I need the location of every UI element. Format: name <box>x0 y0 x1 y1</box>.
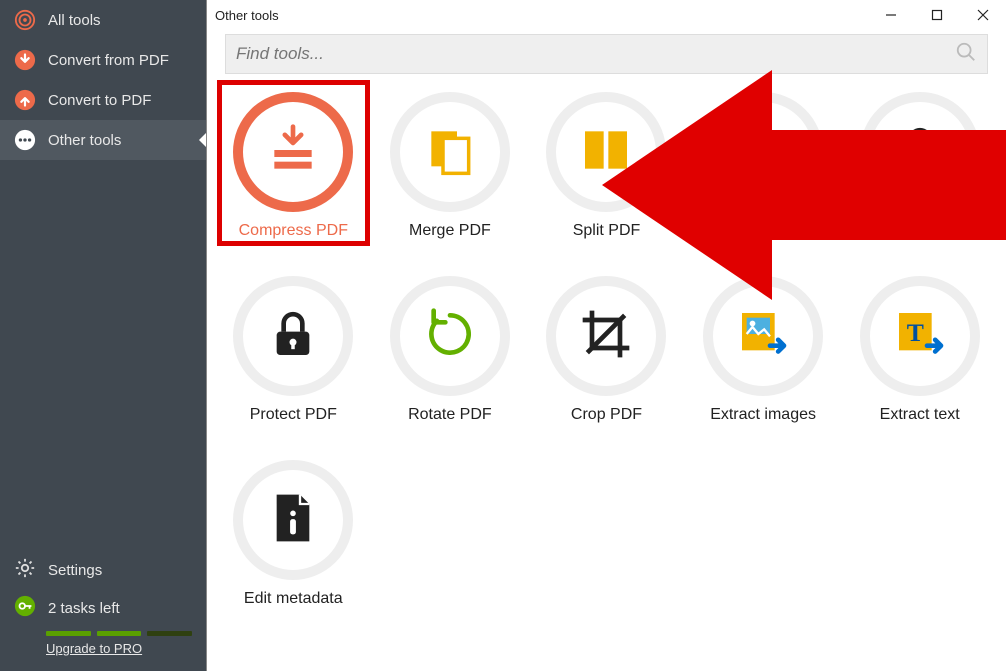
tool-crop-pdf[interactable]: Crop PDF <box>538 272 675 428</box>
tasks-label: 2 tasks left <box>48 600 120 617</box>
unlock-icon <box>892 122 948 183</box>
tool-split-pdf[interactable]: Split PDF <box>538 88 675 244</box>
tool-label: Unlock PDF <box>877 222 962 240</box>
tool-unlock-pdf[interactable]: Unlock PDF <box>851 88 988 244</box>
lock-icon <box>265 306 321 367</box>
key-icon <box>14 595 36 621</box>
text-arrow-icon: T <box>892 306 948 367</box>
sidebar-item-convert-from-pdf[interactable]: Convert from PDF <box>0 40 206 80</box>
minimize-button[interactable] <box>868 0 914 30</box>
tool-label: Delete pages <box>716 222 810 240</box>
tool-grid: Compress PDF Merge PDF Split PDF Delete … <box>207 88 1006 612</box>
sidebar-settings[interactable]: Settings <box>0 551 206 589</box>
search-field[interactable] <box>225 34 988 74</box>
tool-label: Extract text <box>880 406 960 424</box>
tool-rotate-pdf[interactable]: Rotate PDF <box>382 272 519 428</box>
close-button[interactable] <box>960 0 1006 30</box>
sidebar-item-label: Other tools <box>48 132 121 149</box>
tool-protect-pdf[interactable]: Protect PDF <box>225 272 362 428</box>
ellipsis-circle-icon <box>14 129 36 151</box>
maximize-button[interactable] <box>914 0 960 30</box>
file-info-icon <box>265 490 321 551</box>
rotate-icon <box>422 306 478 367</box>
sidebar-item-label: All tools <box>48 12 101 29</box>
trash-icon <box>735 122 791 183</box>
sidebar: All tools Convert from PDF Convert to PD… <box>0 0 206 671</box>
tool-label: Split PDF <box>573 222 641 240</box>
target-icon <box>14 9 36 31</box>
titlebar: Other tools <box>207 0 1006 30</box>
crop-icon <box>578 306 634 367</box>
split-icon <box>578 122 634 183</box>
sidebar-item-label: Convert to PDF <box>48 92 151 109</box>
selected-marker-icon <box>199 133 206 147</box>
arrow-down-circle-icon <box>14 49 36 71</box>
gear-icon <box>14 557 36 583</box>
sidebar-item-convert-to-pdf[interactable]: Convert to PDF <box>0 80 206 120</box>
sidebar-tasks[interactable]: 2 tasks left <box>0 589 206 627</box>
tool-label: Compress PDF <box>239 222 348 240</box>
tool-edit-metadata[interactable]: Edit metadata <box>225 456 362 612</box>
progress-bar <box>46 631 91 636</box>
merge-icon <box>422 122 478 183</box>
tool-compress-pdf[interactable]: Compress PDF <box>225 88 362 244</box>
progress-bar <box>147 631 192 636</box>
tool-label: Rotate PDF <box>408 406 492 424</box>
tool-extract-images[interactable]: Extract images <box>695 272 832 428</box>
sidebar-item-all-tools[interactable]: All tools <box>0 0 206 40</box>
arrow-up-circle-icon <box>14 89 36 111</box>
upgrade-link-wrap: Upgrade to PRO <box>0 640 206 657</box>
tool-label: Crop PDF <box>571 406 642 424</box>
tool-label: Extract images <box>710 406 816 424</box>
tool-extract-text[interactable]: T Extract text <box>851 272 988 428</box>
tool-merge-pdf[interactable]: Merge PDF <box>382 88 519 244</box>
tool-label: Merge PDF <box>409 222 491 240</box>
main-panel: Other tools Compress PDF <box>206 0 1006 671</box>
search-icon <box>955 41 977 68</box>
image-arrow-icon <box>735 306 791 367</box>
tool-delete-pages[interactable]: Delete pages <box>695 88 832 244</box>
sidebar-item-other-tools[interactable]: Other tools <box>0 120 206 160</box>
search-input[interactable] <box>236 44 947 64</box>
sidebar-item-label: Convert from PDF <box>48 52 169 69</box>
tool-label: Edit metadata <box>244 590 343 608</box>
search-bar <box>207 30 1006 88</box>
compress-icon <box>265 122 321 183</box>
settings-label: Settings <box>48 562 102 579</box>
nav-list: All tools Convert from PDF Convert to PD… <box>0 0 206 543</box>
tasks-progress <box>0 627 206 640</box>
tool-label: Protect PDF <box>250 406 337 424</box>
window-buttons <box>868 0 1006 30</box>
sidebar-bottom: Settings 2 tasks left Upgrade to PRO <box>0 543 206 671</box>
window-title: Other tools <box>215 8 279 23</box>
svg-text:T: T <box>906 318 923 347</box>
progress-bar <box>97 631 142 636</box>
upgrade-link[interactable]: Upgrade to PRO <box>46 641 142 656</box>
